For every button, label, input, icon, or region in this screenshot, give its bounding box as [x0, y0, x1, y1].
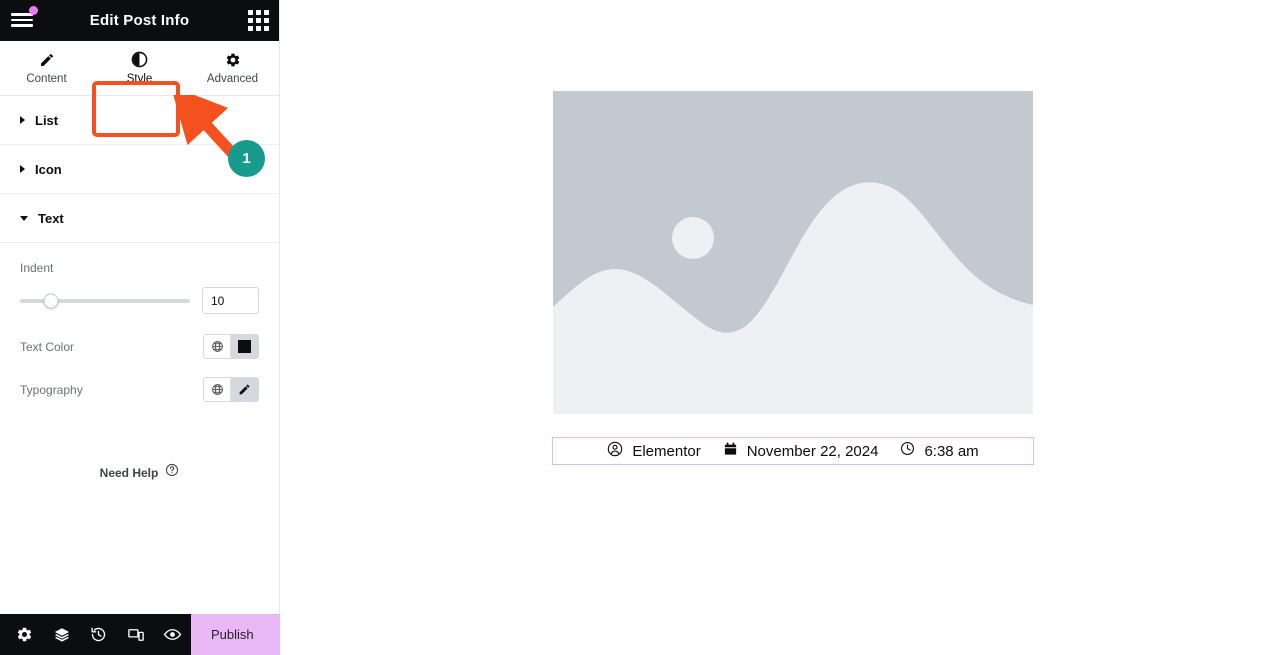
section-title-icon: Icon	[35, 161, 62, 177]
responsive-mode-icon[interactable]	[117, 614, 154, 655]
indent-control	[20, 287, 259, 314]
gear-icon	[225, 51, 241, 68]
elementor-placeholder-image[interactable]	[553, 91, 1033, 414]
typography-label: Typography	[20, 382, 83, 397]
tab-content[interactable]: Content	[0, 41, 93, 95]
section-header-text[interactable]: Text	[0, 194, 279, 243]
chevron-down-icon	[20, 215, 28, 221]
color-swatch	[238, 340, 251, 353]
tab-advanced[interactable]: Advanced	[186, 41, 279, 95]
post-info-date-text: November 22, 2024	[746, 442, 879, 460]
panel-header: Edit Post Info	[0, 0, 279, 41]
post-info-item-author[interactable]: Elementor	[607, 441, 701, 462]
text-color-control: Text Color	[20, 334, 259, 359]
notification-dot	[29, 6, 38, 15]
section-title-text: Text	[38, 210, 64, 226]
chevron-right-icon	[20, 116, 25, 124]
need-help[interactable]: Need Help	[0, 463, 279, 482]
post-info-author-text: Elementor	[632, 442, 701, 460]
section-header-list[interactable]: List	[0, 96, 279, 145]
editor-canvas: Elementor November 22, 2024 6:38 am	[280, 0, 1280, 655]
post-info-widget[interactable]: Elementor November 22, 2024 6:38 am	[552, 437, 1034, 465]
indent-label: Indent	[20, 261, 54, 275]
text-section-body: Indent Text Color	[0, 243, 279, 430]
contrast-circle-icon	[131, 51, 148, 68]
pencil-icon	[39, 51, 55, 68]
author-avatar-icon	[607, 441, 623, 462]
settings-gear-icon[interactable]	[6, 614, 43, 655]
indent-slider[interactable]	[20, 293, 190, 308]
post-info-item-time[interactable]: 6:38 am	[900, 441, 979, 461]
pencil-edit-icon[interactable]	[231, 378, 258, 401]
post-info-item-date[interactable]: November 22, 2024	[723, 441, 879, 462]
color-swatch-button[interactable]	[231, 335, 258, 358]
indent-input[interactable]	[202, 287, 259, 314]
footer-icon-bar	[0, 614, 191, 655]
navigator-layers-icon[interactable]	[43, 614, 80, 655]
typography-buttons	[203, 377, 259, 402]
annotation-step-badge: 1	[228, 140, 265, 177]
section-title-list: List	[35, 112, 59, 128]
tab-content-label: Content	[26, 73, 67, 85]
tab-advanced-label: Advanced	[206, 73, 259, 85]
clock-icon	[900, 441, 915, 461]
globe-icon[interactable]	[204, 335, 231, 358]
chevron-right-icon	[20, 165, 25, 173]
page-title: Edit Post Info	[89, 12, 190, 29]
hamburger-menu-icon[interactable]	[10, 6, 38, 32]
preview-eye-icon[interactable]	[154, 614, 191, 655]
widgets-grid-icon[interactable]	[248, 10, 269, 31]
history-icon[interactable]	[80, 614, 117, 655]
editor-panel: Edit Post Info Content Style Advanced Li…	[0, 0, 310, 655]
panel-tabs: Content Style Advanced	[0, 41, 279, 137]
elementor-editor: Edit Post Info Content Style Advanced Li…	[0, 0, 1280, 655]
globe-icon[interactable]	[204, 378, 231, 401]
question-mark-circle-icon	[165, 463, 179, 482]
text-color-buttons	[203, 334, 259, 359]
tab-style[interactable]: Style	[93, 41, 186, 95]
publish-button[interactable]: Publish	[191, 614, 274, 655]
typography-control: Typography	[20, 377, 259, 402]
indent-slider-handle[interactable]	[43, 293, 59, 308]
calendar-icon	[723, 441, 738, 462]
need-help-label: Need Help	[99, 465, 159, 480]
post-info-time-text: 6:38 am	[924, 442, 979, 460]
tab-style-label: Style	[126, 73, 153, 85]
text-color-label: Text Color	[20, 339, 75, 354]
panel-footer: Publish	[0, 614, 310, 655]
